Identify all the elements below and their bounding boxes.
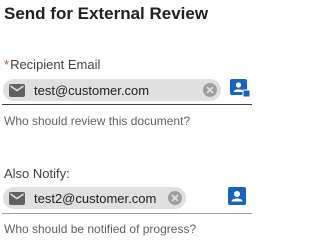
remove-notify-icon[interactable] <box>168 191 182 205</box>
recipient-email-label-text: Recipient Email <box>10 57 101 72</box>
also-notify-chip[interactable]: test2@customer.com <box>3 187 186 209</box>
notify-contact-picker-button[interactable] <box>226 186 248 210</box>
remove-recipient-icon[interactable] <box>203 83 217 97</box>
required-marker: * <box>4 57 10 72</box>
recipient-email-label: *Recipient Email <box>4 57 100 72</box>
mail-icon <box>7 188 27 208</box>
also-notify-underline <box>2 213 252 214</box>
contact-card-icon <box>229 77 251 104</box>
also-notify-helper: Who should be notified of progress? <box>4 222 197 236</box>
mail-icon <box>7 80 27 100</box>
contact-card-icon <box>227 186 247 210</box>
recipient-email-chip[interactable]: test@customer.com <box>3 79 221 101</box>
recipient-contact-picker-button[interactable] <box>229 77 251 104</box>
recipient-email-helper: Who should review this document? <box>4 114 191 128</box>
recipient-email-chip-text: test@customer.com <box>34 82 150 98</box>
recipient-email-underline <box>2 104 252 105</box>
also-notify-chip-text: test2@customer.com <box>34 190 157 206</box>
dialog-title: Send for External Review <box>4 4 209 23</box>
also-notify-label: Also Notify: <box>4 166 70 181</box>
